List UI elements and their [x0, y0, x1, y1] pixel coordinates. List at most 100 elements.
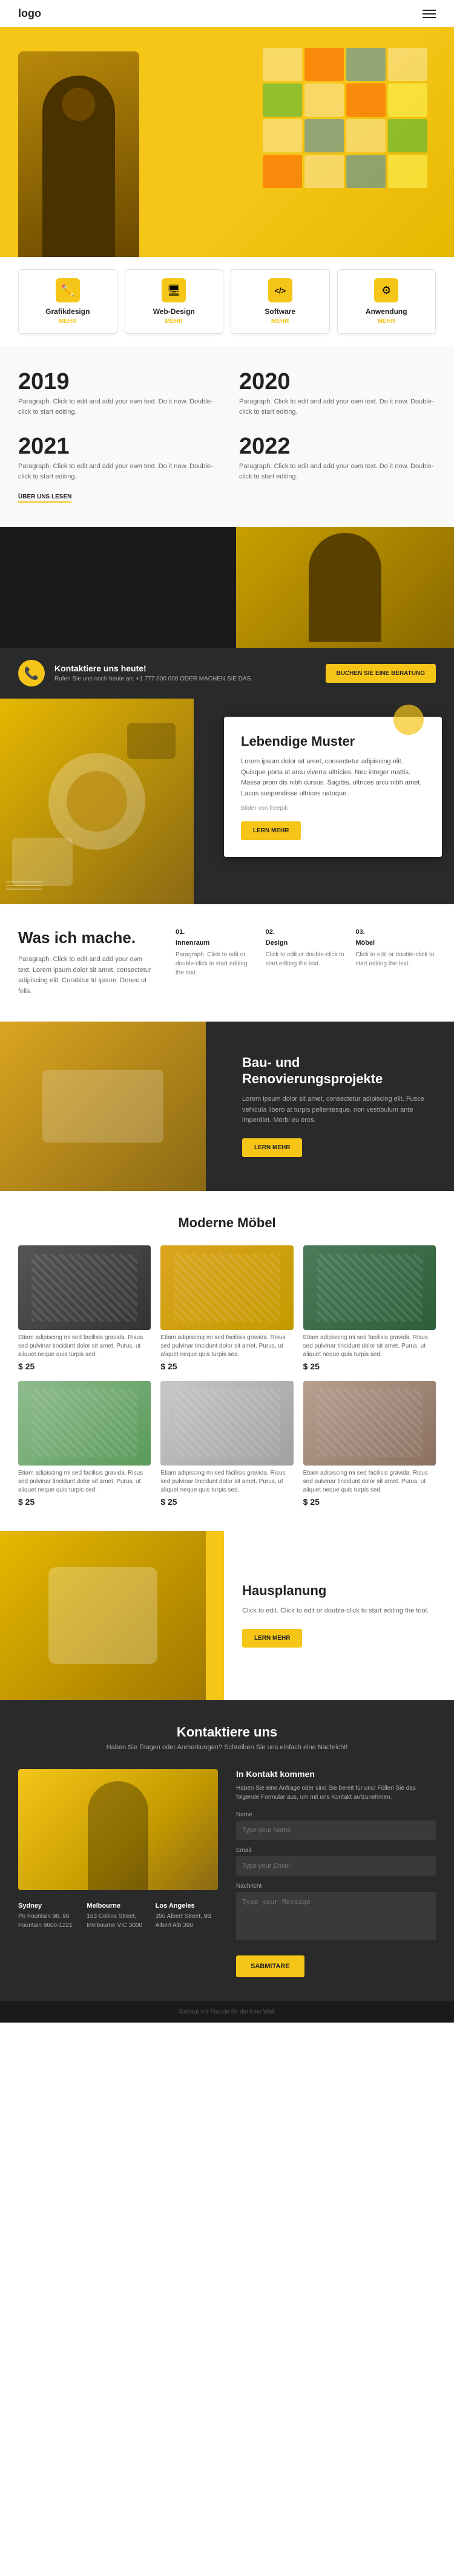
- message-label: Nachricht: [236, 1883, 436, 1890]
- footer: Gebaut mit Freude für die freie Welt: [0, 2001, 454, 2023]
- contact-section-title: Kontaktiere uns: [18, 1724, 436, 1740]
- service-card-app[interactable]: ⚙ Anwendung MEHR: [337, 269, 436, 334]
- contact-section-subtitle: Haben Sie Fragen oder Anmerkungen? Schre…: [18, 1744, 436, 1751]
- furniture-price-2: $ 25: [160, 1361, 293, 1371]
- contact-left: Sydney Po Fountain 96, 96 Fountain 9600-…: [18, 1769, 218, 1977]
- office-la-address: 350 Albert Street, 9B Albert Alb 390: [156, 1912, 218, 1930]
- furniture-item-6[interactable]: Etiam adipiscing mi sed facilisis gravid…: [303, 1381, 436, 1507]
- message-field-group: Nachricht: [236, 1883, 436, 1943]
- furniture-img-3: [303, 1245, 436, 1330]
- furniture-desc-3: Etiam adipiscing mi sed facilisis gravid…: [303, 1334, 436, 1359]
- fabric-pattern-2: [174, 1254, 280, 1322]
- furniture-desc-1: Etiam adipiscing mi sed facilisis gravid…: [18, 1334, 151, 1359]
- year-item-2019: 2019 Paragraph. Click to edit and add yo…: [18, 370, 215, 417]
- year-item-2021: 2021 Paragraph. Click to edit and add yo…: [18, 435, 215, 481]
- year-2019: 2019: [18, 370, 215, 393]
- contact-grid: Sydney Po Fountain 96, 96 Fountain 9600-…: [18, 1769, 436, 1977]
- furniture-price-4: $ 25: [18, 1497, 151, 1507]
- living-learn-more-button[interactable]: LERN MEHR: [241, 821, 301, 840]
- house-planning-image: [0, 1531, 206, 1700]
- contact-banner-left: 📞 Kontaktiere uns heute! Rufen Sie uns n…: [18, 660, 252, 686]
- house-planning-content: Hausplanung Click to edit. Click to edit…: [224, 1531, 454, 1700]
- furniture-item-5[interactable]: Etiam adipiscing mi sed facilisis gravid…: [160, 1381, 293, 1507]
- woman-photo: [236, 527, 454, 648]
- logo: logo: [18, 7, 41, 20]
- hero-person-image: [18, 51, 139, 257]
- what-item-innenraum-title: Innenraum: [176, 939, 256, 947]
- submit-button[interactable]: SABMITARE: [236, 1955, 304, 1977]
- living-left-image: [0, 699, 194, 904]
- living-credit: Bilder von freepik: [241, 805, 425, 812]
- woman-silhouette: [309, 533, 381, 642]
- year-2021: 2021: [18, 435, 215, 458]
- office-sydney: Sydney Po Fountain 96, 96 Fountain 9600-…: [18, 1902, 81, 1930]
- hamburger-menu[interactable]: [423, 10, 436, 18]
- service-card-grafik[interactable]: ✏️ Grafikdesign MEHR: [18, 269, 117, 334]
- software-title: Software: [237, 307, 323, 316]
- grafik-mehr[interactable]: MEHR: [25, 318, 111, 325]
- year-item-2022: 2022 Paragraph. Click to edit and add yo…: [239, 435, 436, 481]
- app-mehr[interactable]: MEHR: [344, 318, 430, 325]
- fabric-pattern-4: [31, 1389, 137, 1457]
- web-title: Web-Design: [131, 307, 217, 316]
- in-contact-text: Haben Sie eine Anfrage oder sind Sie ber…: [236, 1784, 436, 1802]
- contact-banner-desc: Rufen Sie uns noch heute an: +1 777 000 …: [54, 675, 252, 683]
- web-mehr[interactable]: MEHR: [131, 318, 217, 325]
- house-planning-text: Click to edit. Click to edit or double-c…: [242, 1606, 436, 1617]
- what-item-design-title: Design: [266, 939, 346, 947]
- message-textarea[interactable]: [236, 1892, 436, 1940]
- fabric-pattern-6: [317, 1389, 423, 1457]
- furniture-img-6: [303, 1381, 436, 1466]
- what-right: 01. Innenraum Paragraph. Click to edit o…: [176, 928, 436, 997]
- grafik-title: Grafikdesign: [25, 307, 111, 316]
- house-planning-section: Hausplanung Click to edit. Click to edit…: [0, 1531, 454, 1700]
- name-input[interactable]: [236, 1821, 436, 1840]
- name-field-group: Name: [236, 1811, 436, 1840]
- web-icon: 🖥: [162, 278, 186, 302]
- contact-section: Kontaktiere uns Haben Sie Fragen oder An…: [0, 1700, 454, 2001]
- header: logo: [0, 0, 454, 27]
- year-2020-text: Paragraph. Click to edit and add your ow…: [239, 397, 436, 417]
- yellow-circle-deco: [393, 705, 424, 735]
- furniture-item-2[interactable]: Etiam adipiscing mi sed facilisis gravid…: [160, 1245, 293, 1371]
- what-item-innenraum-text: Paragraph. Click to edit or double-click…: [176, 950, 256, 977]
- house-planning-button[interactable]: LERN MEHR: [242, 1629, 302, 1648]
- contact-person-image: [18, 1769, 218, 1890]
- what-item-innenraum: 01. Innenraum Paragraph. Click to edit o…: [176, 928, 256, 997]
- service-card-web[interactable]: 🖥 Web-Design MEHR: [125, 269, 224, 334]
- deco-lines: [6, 881, 42, 892]
- year-2022: 2022: [239, 435, 436, 458]
- fabric-pattern-5: [174, 1389, 280, 1457]
- furniture-item-4[interactable]: Etiam adipiscing mi sed facilisis gravid…: [18, 1381, 151, 1507]
- what-item-design: 02. Design Click to edit or double-click…: [266, 928, 346, 997]
- year-2020: 2020: [239, 370, 436, 393]
- office-los-angeles: Los Angeles 350 Albert Street, 9B Albert…: [156, 1902, 218, 1930]
- living-text: Lorem ipsum dolor sit amet, consectetur …: [241, 757, 425, 799]
- what-item-mobel: 03. Möbel Click to edit or double-click …: [355, 928, 436, 997]
- office-la-city: Los Angeles: [156, 1902, 218, 1909]
- living-title: Lebendige Muster: [241, 734, 425, 749]
- service-card-software[interactable]: </> Software MEHR: [231, 269, 330, 334]
- contact-person-silhouette: [88, 1781, 148, 1890]
- fabric-pattern-1: [31, 1254, 137, 1322]
- furniture-grid: Etiam adipiscing mi sed facilisis gravid…: [18, 1245, 436, 1507]
- furniture-desc-2: Etiam adipiscing mi sed facilisis gravid…: [160, 1334, 293, 1359]
- contact-banner-text: Kontaktiere uns heute! Rufen Sie uns noc…: [54, 664, 252, 683]
- email-label: Email: [236, 1847, 436, 1854]
- years-section: 2019 Paragraph. Click to edit and add yo…: [0, 346, 454, 527]
- read-more-link[interactable]: Über uns lesen: [18, 494, 71, 503]
- offices-list: Sydney Po Fountain 96, 96 Fountain 9600-…: [18, 1902, 218, 1930]
- hero-decoration: [260, 45, 430, 191]
- software-mehr[interactable]: MEHR: [237, 318, 323, 325]
- year-2022-text: Paragraph. Click to edit and add your ow…: [239, 461, 436, 481]
- furniture-item-3[interactable]: Etiam adipiscing mi sed facilisis gravid…: [303, 1245, 436, 1371]
- furniture-price-3: $ 25: [303, 1361, 436, 1371]
- furniture-desc-5: Etiam adipiscing mi sed facilisis gravid…: [160, 1469, 293, 1495]
- woman-section: [0, 527, 454, 648]
- furniture-item-1[interactable]: Etiam adipiscing mi sed facilisis gravid…: [18, 1245, 151, 1371]
- in-contact-title: In Kontakt kommen: [236, 1769, 436, 1779]
- email-input[interactable]: [236, 1856, 436, 1876]
- renovation-learn-more-button[interactable]: LERN MEHR: [242, 1138, 302, 1157]
- renovation-image: [0, 1022, 206, 1191]
- book-consultation-button[interactable]: BUCHEN SIE EINE BERATUNG: [326, 664, 436, 683]
